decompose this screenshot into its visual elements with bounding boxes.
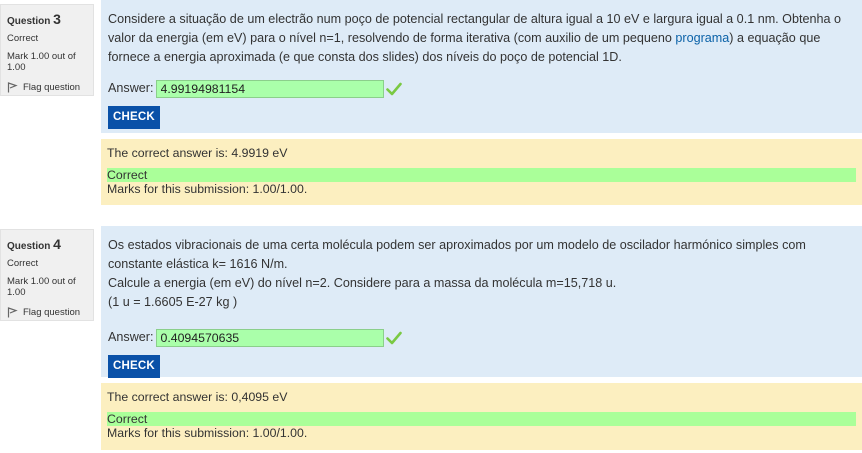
flag-question-label: Flag question <box>23 307 81 318</box>
question-4-grade: Mark 1.00 out of 1.00 <box>7 276 76 298</box>
question-3-state: Correct <box>7 33 39 44</box>
question-3-outcome: The correct answer is: 4.9919 eV Correct… <box>101 139 862 205</box>
question-3-answer-row: Answer: <box>108 79 854 98</box>
question-3-flag-toggle[interactable]: Flag question <box>7 82 89 93</box>
flag-icon <box>7 82 18 93</box>
question-4-feedback: Correct <box>107 411 856 426</box>
question-3-formulation: Considere a situação de um electrão num … <box>101 0 862 133</box>
answer-label: Answer: <box>108 330 154 344</box>
programa-link[interactable]: programa <box>675 31 729 45</box>
question-4-answer-row: Answer: <box>108 328 854 347</box>
question-4-state: Correct <box>7 258 39 269</box>
flag-icon <box>7 307 18 318</box>
question-4-right-answer: The correct answer is: 0,4095 eV <box>107 390 288 404</box>
question-3-info: Question 3 Correct Mark 1.00 out of 1.00… <box>0 4 94 96</box>
question-4-marks: Marks for this submission: 1.00/1.00. <box>107 426 308 440</box>
question-3-right-answer: The correct answer is: 4.9919 eV <box>107 146 288 160</box>
question-3-grade: Mark 1.00 out of 1.00 <box>7 51 76 73</box>
question-4-outcome: The correct answer is: 0,4095 eV Correct… <box>101 383 862 450</box>
question-3-answer-input[interactable] <box>155 79 384 98</box>
flag-question-label: Flag question <box>23 82 81 93</box>
question-3-check-button[interactable]: CHECK <box>108 106 160 129</box>
question-4-info: Question 4 Correct Mark 1.00 out of 1.00… <box>0 229 94 321</box>
question-4-flag-toggle[interactable]: Flag question <box>7 307 89 318</box>
question-4-text: Os estados vibracionais de uma certa mol… <box>108 238 806 309</box>
question-4-formulation: Os estados vibracionais de uma certa mol… <box>101 226 862 378</box>
correct-tick-icon <box>385 331 402 344</box>
question-4-answer-input[interactable] <box>155 328 384 347</box>
question-4-number: Question 4 <box>7 236 61 252</box>
correct-tick-icon <box>385 82 402 95</box>
question-3-feedback: Correct <box>107 167 856 182</box>
question-4-check-button[interactable]: CHECK <box>108 355 160 378</box>
answer-label: Answer: <box>108 81 154 95</box>
question-3-number: Question 3 <box>7 11 61 27</box>
question-3-marks: Marks for this submission: 1.00/1.00. <box>107 182 308 196</box>
question-3-text: Considere a situação de um electrão num … <box>108 12 842 64</box>
